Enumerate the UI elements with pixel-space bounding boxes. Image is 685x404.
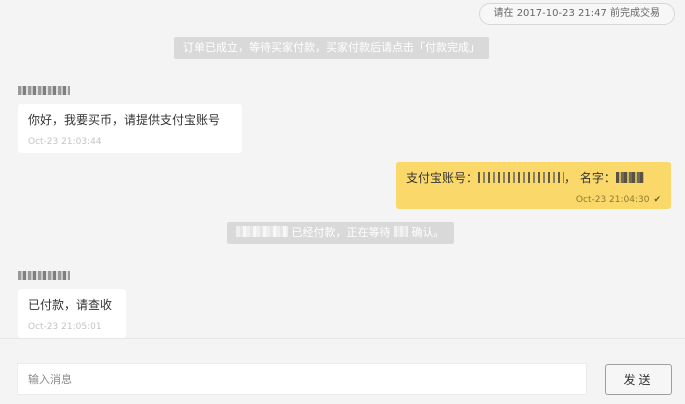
read-check-icon: ✔ [653, 195, 661, 205]
system-message-payment-notice: 已经付款，正在等待 确认。 [227, 222, 454, 244]
sender-name-redacted [18, 271, 70, 280]
redacted-seller-name [394, 226, 408, 237]
message-bubble-incoming: 你好，我要买币，请提供支付宝账号 Oct-23 21:03:44 [18, 104, 242, 153]
message-text: 你好，我要买币，请提供支付宝账号 [28, 113, 221, 127]
message-bubble-outgoing: 支付宝账号： ， 名字： Oct-23 21:04:30 ✔ [396, 162, 671, 209]
chat-message-area[interactable]: 请在 2017-10-23 21:47 前完成交易 订单已成立，等待买家付款，买… [0, 0, 685, 338]
message-input[interactable] [17, 363, 587, 395]
message-timestamp: Oct-23 21:04:30 ✔ [575, 195, 661, 205]
sender-name-redacted [18, 86, 70, 95]
system-message-order-created: 订单已成立，等待买家付款，买家付款后请点击「付款完成」 [174, 37, 489, 59]
message-timestamp: Oct-23 21:03:44 [28, 137, 102, 147]
redacted-real-name [615, 172, 644, 183]
account-label: 支付宝账号： [406, 171, 479, 185]
message-bubble-incoming: 已付款，请查收 Oct-23 21:05:01 [18, 289, 126, 338]
redacted-account [478, 172, 565, 183]
message-timestamp: Oct-23 21:05:01 [28, 322, 102, 332]
send-button[interactable]: 发送 [605, 364, 672, 395]
deadline-notice: 请在 2017-10-23 21:47 前完成交易 [478, 3, 675, 25]
message-text: 支付宝账号： ， 名字： [406, 162, 661, 186]
name-label: ， 名字： [564, 171, 616, 185]
message-composer: 发送 [0, 338, 685, 404]
message-text: 已付款，请查收 [28, 298, 113, 312]
redacted-buyer-name [236, 226, 288, 237]
